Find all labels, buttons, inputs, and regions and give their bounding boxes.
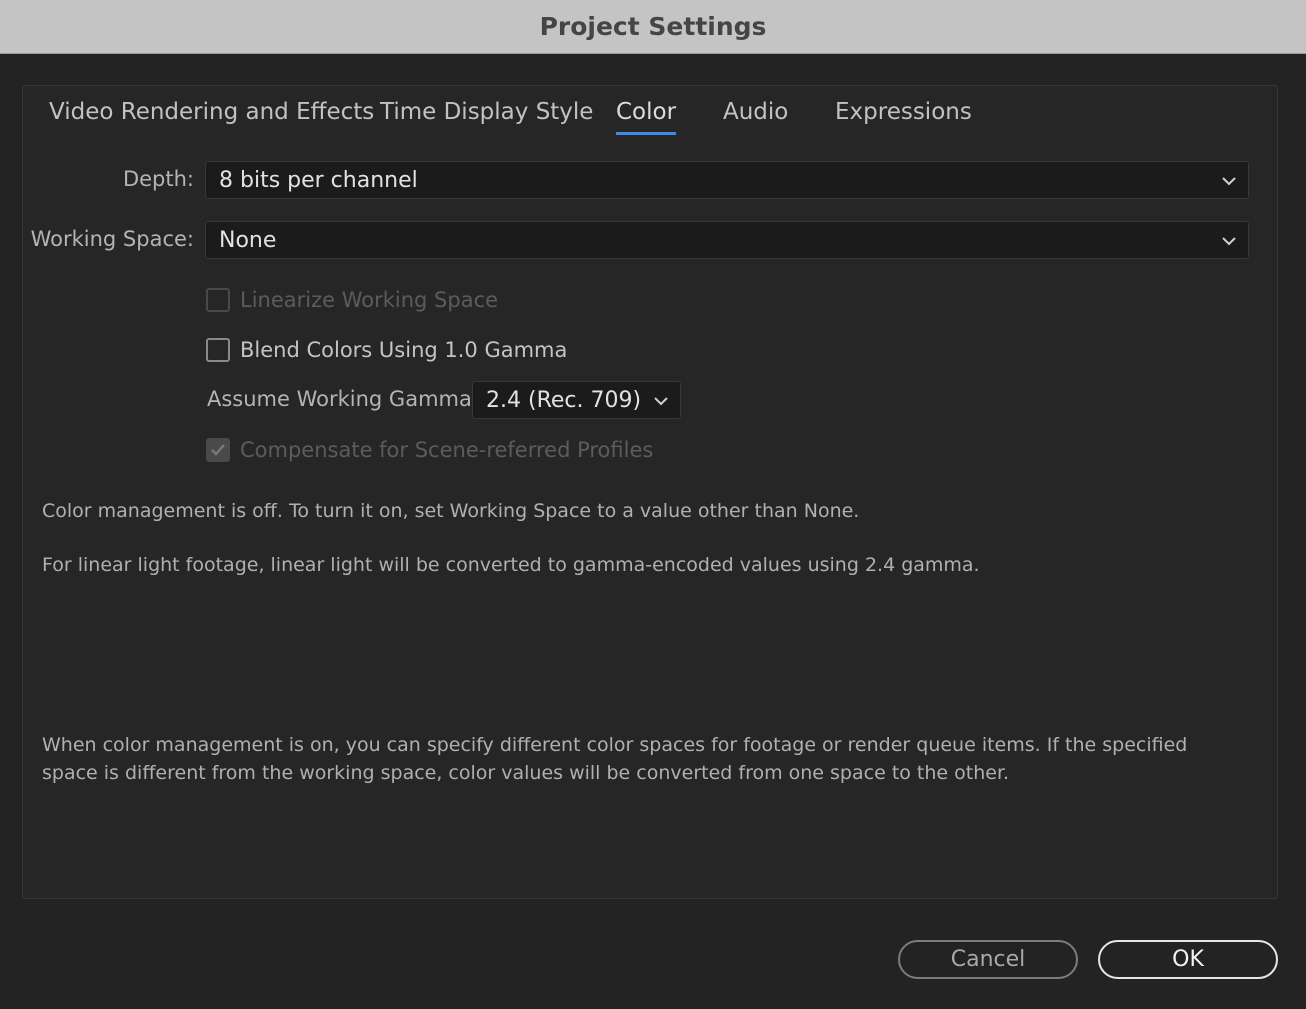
tab-color[interactable]: Color (616, 99, 677, 135)
linearize-working-space-checkbox (206, 288, 230, 312)
info-linear-light: For linear light footage, linear light w… (42, 554, 980, 576)
cancel-button[interactable]: Cancel (898, 940, 1078, 979)
depth-value: 8 bits per channel (219, 168, 418, 193)
working-space-label: Working Space: (30, 227, 194, 251)
tab-label: Audio (723, 99, 789, 125)
tab-expressions[interactable]: Expressions (835, 99, 972, 135)
linearize-working-space-option: Linearize Working Space (206, 285, 498, 315)
assume-working-gamma-value: 2.4 (Rec. 709) (486, 388, 642, 413)
tab-label: Expressions (835, 99, 972, 125)
tab-label: Time Display Style (380, 99, 594, 125)
working-space-dropdown[interactable]: None (205, 221, 1249, 259)
compensate-scene-referred-checkbox (206, 438, 230, 462)
cancel-button-label: Cancel (950, 947, 1026, 972)
blend-colors-gamma-checkbox[interactable] (206, 338, 230, 362)
active-tab-indicator (616, 132, 677, 135)
working-space-value: None (219, 228, 277, 253)
tab-label: Video Rendering and Effects (49, 99, 375, 125)
tab-audio[interactable]: Audio (723, 99, 788, 135)
assume-working-gamma-dropdown[interactable]: 2.4 (Rec. 709) (472, 381, 681, 419)
assume-working-gamma-label: Assume Working Gamma: (207, 387, 479, 411)
depth-label: Depth: (122, 167, 194, 191)
compensate-scene-referred-option: Compensate for Scene-referred Profiles (206, 435, 653, 465)
ok-button-label: OK (1172, 947, 1204, 972)
tab-time-display-style[interactable]: Time Display Style (380, 99, 593, 135)
depth-dropdown[interactable]: 8 bits per channel (205, 161, 1249, 199)
blend-colors-gamma-label[interactable]: Blend Colors Using 1.0 Gamma (240, 338, 567, 362)
tab-video-rendering-and-effects[interactable]: Video Rendering and Effects (49, 99, 374, 135)
title-bar: Project Settings (0, 0, 1306, 54)
chevron-down-icon (1222, 177, 1236, 186)
chevron-down-icon (654, 397, 668, 406)
tab-label: Color (616, 99, 677, 125)
linearize-working-space-label: Linearize Working Space (240, 288, 499, 312)
info-color-management-on: When color management is on, you can spe… (42, 734, 1188, 784)
chevron-down-icon (1222, 237, 1236, 246)
window-title: Project Settings (539, 12, 767, 41)
checkmark-icon (211, 444, 225, 456)
info-color-management-off: Color management is off. To turn it on, … (42, 500, 860, 522)
compensate-scene-referred-label: Compensate for Scene-referred Profiles (240, 438, 654, 462)
blend-colors-gamma-option[interactable]: Blend Colors Using 1.0 Gamma (206, 335, 567, 365)
ok-button[interactable]: OK (1098, 940, 1278, 979)
